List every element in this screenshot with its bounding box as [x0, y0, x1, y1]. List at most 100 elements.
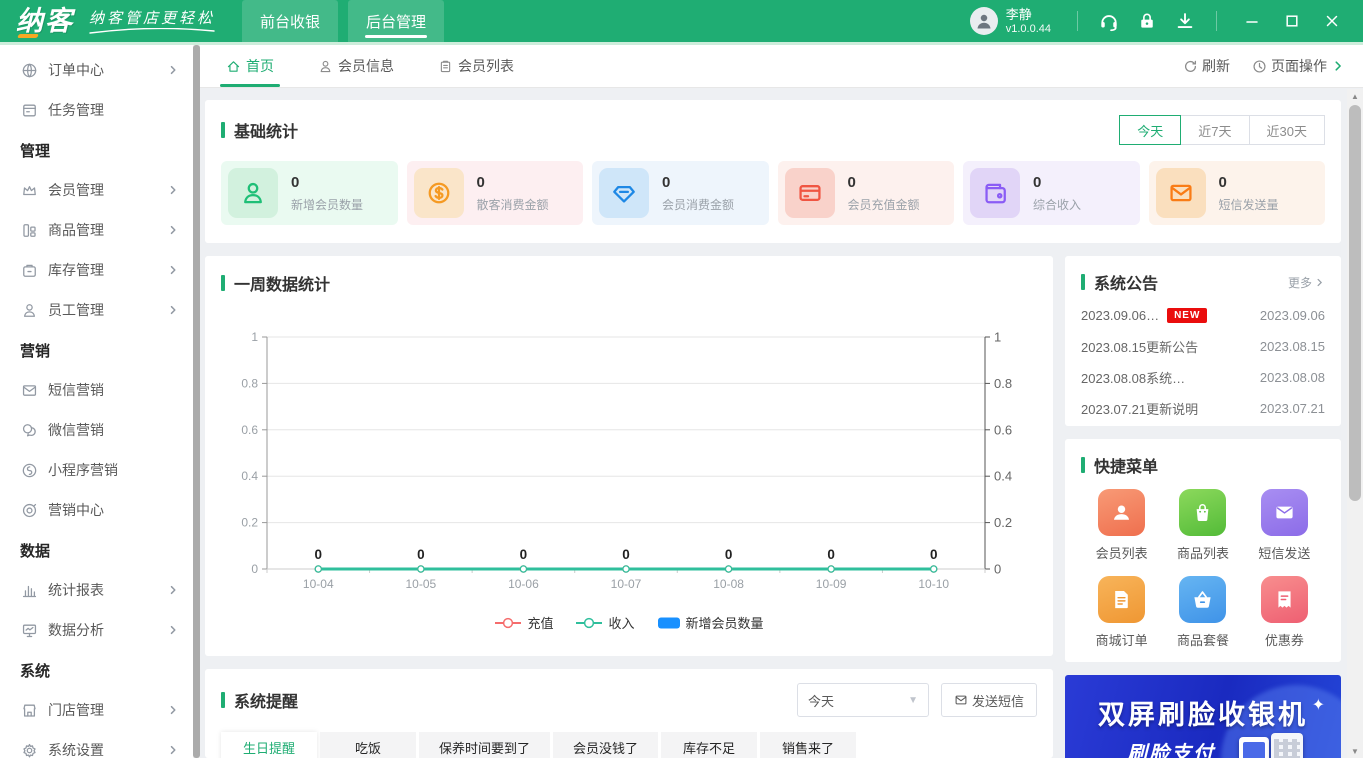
avatar-person-icon: [977, 14, 991, 29]
time-filter-button[interactable]: 近7天: [1180, 115, 1250, 145]
order-icon: [1098, 576, 1146, 623]
quick-menu-item[interactable]: 短信发送: [1258, 489, 1310, 562]
download-icon[interactable]: [1170, 6, 1200, 36]
title-accent-bar: [221, 692, 225, 708]
scrollbar-up-arrow[interactable]: ▲: [1347, 89, 1363, 103]
sidebar-item-label: 小程序营销: [48, 462, 118, 478]
legend-item[interactable]: 收入: [575, 613, 635, 632]
stat-card: 0 新增会员数量: [221, 161, 398, 225]
quick-menu-item[interactable]: 商城订单: [1096, 576, 1148, 649]
quick-menu-label: 短信发送: [1258, 546, 1311, 561]
title-accent-bar: [221, 275, 225, 291]
time-filter-button[interactable]: 今天: [1119, 115, 1182, 145]
ad-banner[interactable]: 双屏刷脸收银机 刷脸支付 ✦: [1065, 675, 1341, 758]
member-list-icon: [1098, 489, 1146, 536]
quick-menu-item[interactable]: 优惠券: [1260, 576, 1308, 649]
coupon-icon: [1260, 576, 1308, 623]
sidebar-item[interactable]: 会员管理: [0, 170, 193, 210]
announcements-more-link[interactable]: 更多: [1288, 274, 1325, 291]
sidebar-item[interactable]: 商品管理: [0, 210, 193, 250]
reminder-tab[interactable]: 生日提醒: [221, 732, 317, 758]
legend-item[interactable]: 新增会员数量: [657, 613, 764, 632]
reminder-tab[interactable]: 销售来了: [760, 732, 857, 758]
reminder-date-select[interactable]: 今天 ▼: [796, 683, 929, 717]
scrollbar-down-arrow[interactable]: ▼: [1347, 744, 1363, 758]
weekly-chart-title: 一周数据统计: [221, 271, 330, 295]
avatar[interactable]: [969, 7, 998, 35]
quick-menu-item[interactable]: 商品列表: [1177, 489, 1229, 562]
sidebar-item[interactable]: 数据分析: [0, 610, 193, 650]
sidebar-item[interactable]: 库存管理: [0, 250, 193, 290]
header-nav-backend[interactable]: 后台管理: [348, 0, 445, 42]
sidebar-item[interactable]: 门店管理: [0, 690, 193, 730]
sidebar-item[interactable]: 营销中心: [0, 490, 193, 530]
svg-text:0: 0: [930, 547, 938, 562]
sidebar-section-label: 系统: [20, 662, 51, 680]
sidebar-item[interactable]: 系统设置: [0, 730, 193, 758]
refresh-button[interactable]: 刷新: [1183, 56, 1230, 76]
lock-icon[interactable]: [1132, 6, 1162, 36]
svg-text:0: 0: [725, 547, 733, 562]
svg-text:0.2: 0.2: [241, 516, 258, 530]
chart-legend: 充值 收入 新增会员数量: [221, 613, 1037, 632]
reminder-tab[interactable]: 库存不足: [661, 732, 758, 758]
time-filter-button[interactable]: 近30天: [1248, 115, 1325, 145]
page-operations-button[interactable]: 页面操作: [1252, 56, 1345, 76]
window-controls: [1229, 6, 1349, 36]
page-tab-label: 首页: [246, 58, 274, 74]
title-accent-bar: [221, 122, 225, 138]
sidebar-item[interactable]: 微信营销: [0, 410, 193, 450]
crown-icon: [20, 181, 38, 199]
quick-menu-panel: 快捷菜单 会员列表 商品列表 短信发送 商城订单 商品套餐 优惠券: [1065, 439, 1341, 662]
page-scrollbar[interactable]: ▲ ▼: [1347, 89, 1363, 758]
chevron-right-icon: [167, 624, 179, 636]
stat-label: 会员消费金额: [662, 197, 735, 212]
header-nav-pos[interactable]: 前台收银: [242, 0, 339, 42]
customer-service-icon[interactable]: [1094, 6, 1124, 36]
tagline-text: 纳客管店更轻松: [88, 9, 215, 27]
page-tab[interactable]: 首页: [220, 45, 280, 87]
page-tab[interactable]: 会员列表: [438, 45, 514, 87]
stat-value: 0: [1033, 173, 1042, 191]
chevron-right-icon: [167, 184, 179, 196]
legend-item[interactable]: 充值: [494, 613, 553, 632]
svg-text:0.8: 0.8: [241, 376, 258, 390]
sidebar-item-label: 库存管理: [48, 262, 104, 278]
app-logo: 纳客: [16, 7, 74, 38]
announcement-row[interactable]: 2023.08.08系统… 2023.08.08: [1081, 362, 1325, 393]
announcement-row[interactable]: 2023.08.15更新公告 2023.08.15: [1081, 331, 1325, 362]
page-scrollbar-thumb[interactable]: [1349, 105, 1361, 501]
quick-menu-item[interactable]: 商品套餐: [1177, 576, 1229, 649]
member-icon: [228, 168, 278, 218]
quick-menu-label: 商品套餐: [1176, 633, 1229, 648]
minimize-button[interactable]: [1235, 6, 1269, 36]
legend-marker: [657, 616, 681, 630]
sidebar-item[interactable]: 小程序营销: [0, 450, 193, 490]
announcement-row[interactable]: 2023.07.21更新说明 2023.07.21: [1081, 393, 1325, 424]
sidebar-item[interactable]: 统计报表: [0, 570, 193, 610]
legend-label: 新增会员数量: [685, 616, 764, 631]
announcement-row[interactable]: 2023.09.06… NEW 2023.09.06: [1081, 300, 1325, 331]
sidebar-item[interactable]: 员工管理: [0, 290, 193, 330]
page-tab-label: 会员信息: [338, 58, 394, 74]
sidebar-item[interactable]: 订单中心: [0, 50, 193, 90]
page-tab[interactable]: 会员信息: [318, 45, 394, 87]
sidebar-item-label: 员工管理: [48, 302, 104, 318]
dollar-icon: [413, 168, 464, 218]
sidebar-scrollbar-thumb[interactable]: [193, 45, 200, 758]
sidebar-item-label: 订单中心: [48, 62, 104, 78]
send-sms-button[interactable]: 发送短信: [940, 683, 1037, 717]
reminder-tab[interactable]: 会员没钱了: [553, 732, 659, 758]
sidebar-item-label: 会员管理: [48, 182, 104, 198]
sidebar-scrollbar[interactable]: [193, 45, 200, 758]
quick-menu-item[interactable]: 会员列表: [1096, 489, 1148, 562]
sidebar-item[interactable]: 任务管理: [0, 90, 193, 130]
user-info[interactable]: 李静 v1.0.0.44: [969, 7, 1051, 35]
basic-stats-panel: 基础统计 今天 近7天 近30天 0 新增会员数量 0 散客消费金额 0 会员消费金额 0 会员充…: [205, 100, 1341, 243]
sidebar-item[interactable]: 短信营销: [0, 370, 193, 410]
weekly-line-chart: 0 0 0.2 0.2 0.4 0.4 0.6 0.6 0.8 0.8 1 1 10-04 10-05 10…: [221, 321, 1037, 609]
close-button[interactable]: [1315, 6, 1349, 36]
reminder-tab[interactable]: 吃饭: [320, 732, 416, 758]
maximize-button[interactable]: [1275, 6, 1309, 36]
reminder-tab[interactable]: 保养时间要到了: [419, 732, 551, 758]
